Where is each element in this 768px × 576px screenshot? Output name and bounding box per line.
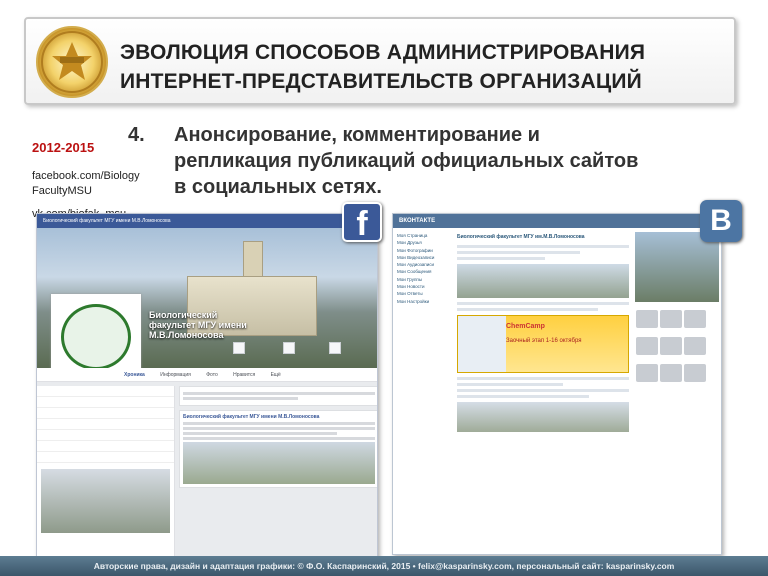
fb-name-line-2: факультет МГУ имени [149, 320, 247, 330]
point-line-3: в социальных сетях. [174, 176, 382, 198]
fb-tab-likes[interactable]: Нравится [226, 368, 262, 382]
fb-message-button[interactable] [329, 342, 341, 354]
title-line-2: ИНТЕРНЕТ-ПРЕДСТАВИТЕЛЬСТВ ОРГАНИЗАЦИЙ [120, 70, 642, 93]
vk-left-menu: Моя Страница Мои Друзья Мои Фотографии М… [397, 232, 451, 305]
fb-tab-photo[interactable]: Фото [199, 368, 225, 382]
vk-menu-item[interactable]: Моя Страница [397, 232, 451, 239]
fb-left-photo [41, 469, 170, 533]
vk-screenshot: ВКОНТАКТЕ Моя Страница Мои Друзья Мои Фо… [392, 213, 722, 555]
vk-menu-item[interactable]: Мои Новости [397, 283, 451, 290]
slide: ЭВОЛЮЦИЯ СПОСОБОВ АДМИНИСТРИРОВАНИЯ ИНТЕ… [0, 0, 768, 576]
link-facebook-1[interactable]: facebook.com/Biology [32, 169, 172, 184]
link-facebook-2[interactable]: FacultyMSU [32, 184, 172, 199]
point-text: Анонсирование, комментирование и реплика… [174, 122, 754, 200]
vk-menu-item[interactable]: Мои Фотографии [397, 247, 451, 254]
vk-member-avatar[interactable] [636, 337, 658, 355]
point-line-1: Анонсирование, комментирование и [174, 124, 540, 146]
vk-member-avatar[interactable] [684, 337, 706, 355]
fb-name-line-1: Биологический [149, 310, 218, 320]
facebook-logo-icon: f [342, 202, 382, 243]
fb-tabs: Хроника Информация Фото Нравится Ещё [37, 368, 377, 382]
fb-post-author[interactable]: Биологический факультет МГУ имени М.В.Ло… [183, 414, 375, 420]
vk-menu-item[interactable]: Мои Сообщения [397, 268, 451, 275]
fb-tab-info[interactable]: Информация [153, 368, 198, 382]
fb-tab-more[interactable]: Ещё [264, 368, 288, 382]
side-links: 2012-2015 facebook.com/Biology FacultyMS… [32, 140, 172, 222]
vk-group-name: Биологический факультет МГУ им.М.В.Ломон… [457, 234, 585, 240]
vk-member-avatar[interactable] [660, 364, 682, 382]
fb-topbar: Биологический факультет МГУ имени М.В.Ло… [37, 214, 377, 228]
fb-left-row [37, 386, 174, 397]
fb-tab-timeline[interactable]: Хроника [117, 368, 152, 382]
fb-follow-button[interactable] [283, 342, 295, 354]
vk-post-photo-2 [457, 402, 629, 432]
vk-member-avatar[interactable] [636, 310, 658, 328]
vk-logo-icon: B [700, 200, 742, 242]
fb-page-name: Биологический факультет МГУ имени М.В.Ло… [149, 310, 247, 340]
vk-group-photo [635, 232, 719, 302]
fb-feed: Биологический факультет МГУ имени М.В.Ло… [179, 386, 377, 562]
vk-menu-item[interactable]: Мои Видеозаписи [397, 254, 451, 261]
vk-member-avatar[interactable] [660, 337, 682, 355]
fb-post: Биологический факультет МГУ имени М.В.Ло… [179, 410, 377, 488]
point-number: 4. [128, 124, 145, 146]
vk-menu-item[interactable]: Мои Аудиозаписи [397, 261, 451, 268]
facebook-screenshot: Биологический факультет МГУ имени М.В.Ло… [36, 213, 378, 563]
vk-menu-item[interactable]: Мои Ответы [397, 290, 451, 297]
vk-member-avatar[interactable] [636, 364, 658, 382]
vk-wall: Биологический факультет МГУ им.М.В.Ломон… [455, 232, 631, 554]
vk-menu-item[interactable]: Мои Группы [397, 276, 451, 283]
vk-member-avatar[interactable] [684, 310, 706, 328]
vk-right-column [635, 232, 719, 554]
copyright-footer: Авторские права, дизайн и адаптация граф… [0, 556, 768, 576]
vk-member-avatar[interactable] [684, 364, 706, 382]
vk-menu-item[interactable]: Мои Настройки [397, 298, 451, 305]
slide-title: ЭВОЛЮЦИЯ СПОСОБОВ АДМИНИСТРИРОВАНИЯ ИНТЕ… [120, 38, 720, 96]
fb-left-row [37, 408, 174, 419]
faculty-seal-icon [61, 304, 131, 370]
title-line-1: ЭВОЛЮЦИЯ СПОСОБОВ АДМИНИСТРИРОВАНИЯ [120, 41, 646, 64]
fb-left-row [37, 419, 174, 430]
fb-name-line-3: М.В.Ломоносова [149, 330, 224, 340]
vk-menu-item[interactable]: Мои Друзья [397, 239, 451, 246]
fb-left-row [37, 430, 174, 441]
fb-left-column [37, 386, 175, 562]
fb-post-photo [183, 442, 375, 484]
fb-left-row [37, 452, 174, 463]
chemcamp-logo-icon [458, 316, 506, 372]
university-logo-icon [36, 26, 108, 98]
vk-member-avatar[interactable] [660, 310, 682, 328]
fb-left-row [37, 441, 174, 452]
fb-left-row [37, 397, 174, 408]
fb-like-button[interactable] [233, 342, 245, 354]
vk-chemcamp-banner[interactable]: ChemCamp Заочный этап 1-16 октября [457, 315, 629, 373]
vk-post-photo [457, 264, 629, 298]
fb-composer[interactable] [179, 386, 377, 406]
point-line-2: репликация публикаций официальных сайтов [174, 150, 639, 172]
vk-topbar: ВКОНТАКТЕ [393, 214, 721, 228]
